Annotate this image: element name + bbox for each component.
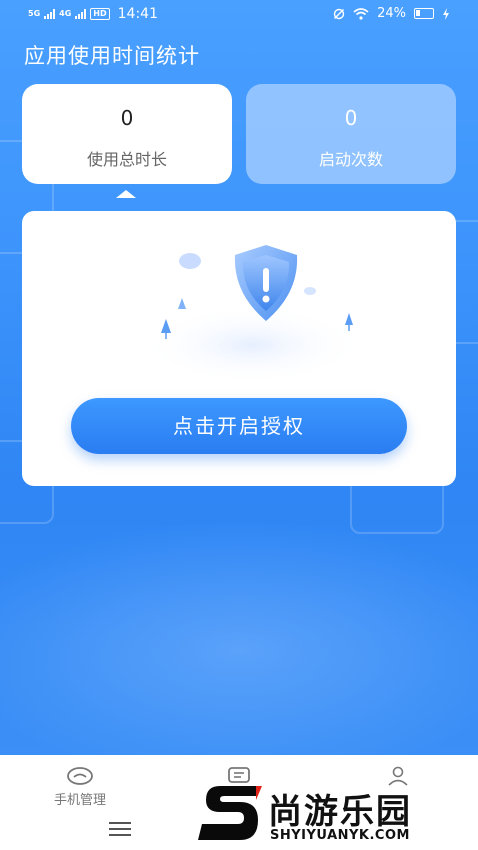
stat-label: 使用总时长 <box>86 150 167 169</box>
stat-card-launch-count[interactable]: 0 启动次数 <box>246 84 456 184</box>
signal-icon <box>44 9 56 19</box>
watermark-brand: 尚游乐园 <box>268 792 412 832</box>
stat-card-usage-duration[interactable]: 0 使用总时长 <box>22 84 232 184</box>
stat-value: 0 <box>120 106 134 130</box>
status-time: 14:41 <box>117 6 158 22</box>
authorization-card: 点击开启授权 <box>22 211 456 486</box>
background-glow <box>0 520 478 755</box>
status-left: 5G 4G HD 14:41 <box>28 6 158 22</box>
signal-icon <box>75 9 87 19</box>
tab-pointer <box>116 190 136 198</box>
stat-value: 0 <box>344 106 358 130</box>
mute-icon <box>333 8 345 19</box>
wifi-icon <box>353 7 369 20</box>
network-4g-label: 4G <box>59 9 72 18</box>
network-5g-label: 5G <box>28 9 41 18</box>
page-title: 应用使用时间统计 <box>24 44 200 68</box>
watermark: 尚游乐园 SHYIYUANYK.COM <box>198 778 478 850</box>
enable-authorization-button[interactable]: 点击开启授权 <box>71 398 407 454</box>
status-bar: 5G 4G HD 14:41 24% <box>0 0 478 30</box>
charging-icon <box>443 7 449 20</box>
nav-item-label: 手机管理 <box>53 793 106 808</box>
watermark-url: SHYIYUANYK.COM <box>270 828 410 843</box>
stat-label: 启动次数 <box>318 150 383 169</box>
eye-icon <box>67 767 93 785</box>
shield-warning-illustration <box>142 245 362 385</box>
battery-percent: 24% <box>377 6 406 21</box>
nav-item-phone-management[interactable]: 手机管理 <box>30 765 130 808</box>
hd-badge: HD <box>90 8 110 20</box>
battery-icon <box>414 8 434 19</box>
menu-icon[interactable] <box>109 822 131 840</box>
watermark-logo <box>198 786 262 840</box>
status-right: 24% <box>333 6 450 21</box>
